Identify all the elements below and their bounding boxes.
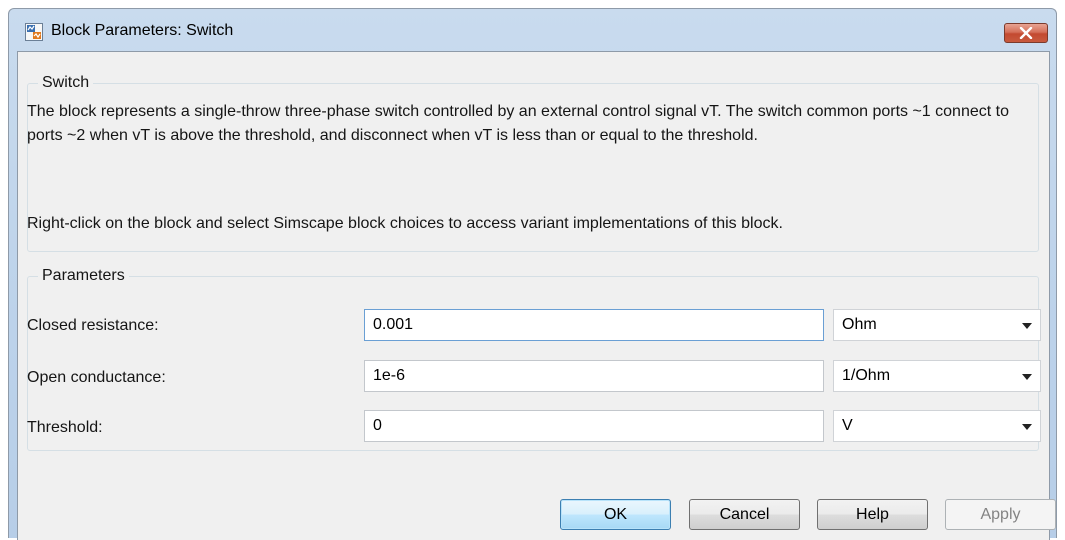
simulink-block-icon (25, 23, 43, 41)
close-button[interactable] (1004, 23, 1048, 43)
block-description: The block represents a single-throw thre… (27, 103, 1009, 144)
ok-button[interactable]: OK (560, 499, 671, 530)
threshold-label: Threshold: (27, 419, 103, 436)
closed-resistance-unit-value: Ohm (842, 316, 877, 333)
closed-resistance-input[interactable] (364, 309, 824, 341)
open-conductance-unit-value: 1/Ohm (842, 367, 891, 384)
chevron-down-icon (1022, 323, 1032, 329)
closed-resistance-label: Closed resistance: (27, 317, 159, 334)
chevron-down-icon (1022, 424, 1032, 430)
block-variant-note: Right-click on the block and select Sims… (27, 215, 783, 232)
threshold-unit-select[interactable]: V (833, 410, 1041, 442)
description-group-label: Switch (38, 73, 94, 93)
cancel-button[interactable]: Cancel (689, 499, 800, 530)
parameters-group-label: Parameters (38, 266, 129, 286)
open-conductance-label: Open conductance: (27, 369, 166, 386)
dialog-client-area: Switch The block represents a single-thr… (17, 51, 1056, 540)
threshold-unit-value: V (842, 417, 853, 434)
apply-button[interactable]: Apply (945, 499, 1056, 530)
threshold-input[interactable] (364, 410, 824, 442)
chevron-down-icon (1022, 374, 1032, 380)
closed-resistance-unit-select[interactable]: Ohm (833, 309, 1041, 341)
close-icon (1019, 27, 1033, 39)
open-conductance-input[interactable] (364, 360, 824, 392)
window-title: Block Parameters: Switch (51, 22, 234, 39)
open-conductance-unit-select[interactable]: 1/Ohm (833, 360, 1041, 392)
help-button[interactable]: Help (817, 499, 928, 530)
dialog-window: Block Parameters: Switch Switch The bloc… (8, 8, 1057, 540)
title-bar[interactable]: Block Parameters: Switch (9, 9, 1056, 51)
